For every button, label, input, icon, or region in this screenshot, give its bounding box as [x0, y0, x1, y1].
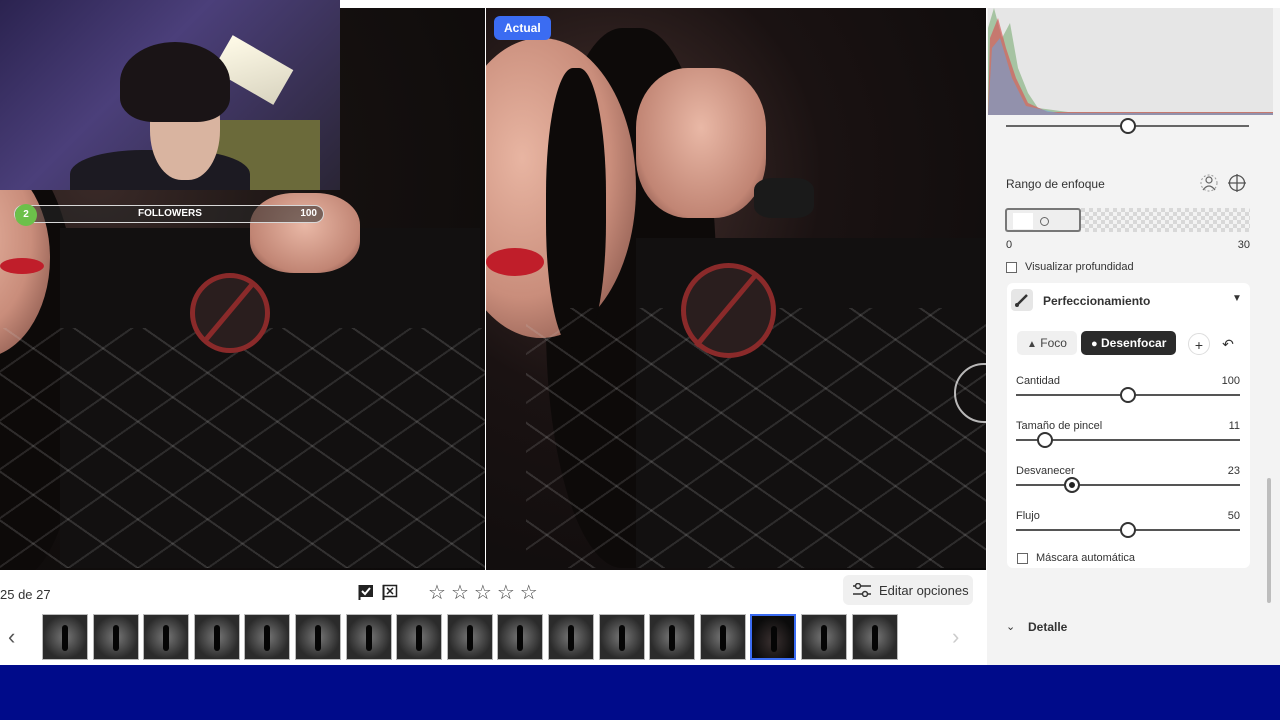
filmstrip-thumbnail[interactable]: [446, 614, 493, 660]
slider-thumb[interactable]: [1120, 387, 1136, 403]
filmstrip-thumbnail[interactable]: [750, 614, 797, 660]
star-icon[interactable]: ☆: [474, 582, 492, 604]
blur-mode-button[interactable]: ● Desenfocar: [1081, 331, 1177, 355]
drop-icon: ●: [1091, 338, 1098, 350]
slider-thumb[interactable]: [1037, 432, 1054, 448]
chevron-down-icon[interactable]: ▼: [1232, 293, 1242, 304]
focus-range-handle[interactable]: [1005, 208, 1081, 232]
filmstrip: ‹ ›: [0, 612, 986, 664]
slider-label: Tamaño de pincel: [1016, 420, 1103, 432]
filmstrip-thumbnail[interactable]: [92, 614, 139, 660]
visualize-depth-checkbox[interactable]: [1006, 262, 1017, 273]
star-icon[interactable]: ☆: [520, 582, 538, 604]
target-icon[interactable]: [1228, 174, 1246, 192]
slider-value: 50: [1227, 510, 1240, 522]
stream-bottom-bar: [0, 665, 1280, 720]
auto-mask-label: Máscara automática: [1036, 552, 1136, 564]
filmstrip-thumbnail[interactable]: [42, 614, 88, 660]
focus-range-title: Rango de enfoque: [1006, 177, 1105, 191]
chevron-right-icon[interactable]: ›: [952, 624, 959, 650]
focus-range-min: 0: [1006, 239, 1013, 251]
exposure-slider-thumb[interactable]: [1120, 118, 1136, 134]
after-badge: Actual: [494, 16, 551, 40]
slider-label: Desvanecer: [1016, 465, 1075, 477]
filmstrip-thumbnail[interactable]: [548, 614, 594, 660]
slider-thumb[interactable]: [1064, 477, 1080, 493]
filmstrip-thumbnail[interactable]: [244, 614, 291, 660]
edit-options-button[interactable]: Editar opciones: [843, 575, 973, 605]
chevron-left-icon[interactable]: ‹: [8, 624, 15, 650]
filmstrip-thumbnail[interactable]: [649, 614, 696, 660]
refine-section: Perfeccionamiento ▼ ▲ Foco ● Desenfocar …: [1007, 283, 1250, 568]
followers-count: 2: [15, 204, 37, 226]
auto-mask-checkbox[interactable]: [1017, 553, 1028, 564]
visualize-depth-label: Visualizar profundidad: [1025, 261, 1134, 273]
blur-mode-label: Desenfocar: [1101, 336, 1167, 350]
add-icon[interactable]: +: [1188, 333, 1210, 355]
focus-mode-label: Foco: [1040, 336, 1067, 350]
slider-label: Flujo: [1016, 510, 1040, 522]
photo-editor-app: Actual FOLLOWERS 2 100 25 de 27 ☆ ☆ ☆ ☆ …: [0, 0, 1280, 720]
focus-range-max: 30: [1237, 239, 1250, 251]
triangle-icon: ▲: [1027, 339, 1037, 350]
edit-options-label: Editar opciones: [879, 582, 969, 598]
followers-label: FOLLOWERS: [138, 208, 202, 219]
adjustments-panel: Rango de enfoque 0 30 Visualizar profund…: [987, 8, 1280, 665]
sliders-icon: [853, 583, 871, 597]
filmstrip-thumbnail[interactable]: [801, 614, 847, 660]
followers-goal-bar: FOLLOWERS 2 100: [14, 204, 324, 226]
filmstrip-thumbnail[interactable]: [851, 614, 898, 660]
chevron-down-icon[interactable]: ⌄: [1006, 620, 1015, 633]
detail-section-title[interactable]: Detalle: [1028, 620, 1067, 634]
webcam-overlay: [0, 0, 340, 190]
filmstrip-thumbnail[interactable]: [345, 614, 392, 660]
histogram: [988, 8, 1273, 115]
subject-icon[interactable]: [1200, 174, 1218, 192]
star-rating[interactable]: ☆ ☆ ☆ ☆ ☆: [428, 582, 538, 604]
reset-icon[interactable]: ↶: [1217, 333, 1239, 355]
photo-counter: 25 de 27: [0, 587, 51, 602]
followers-goal: 100: [300, 208, 317, 219]
refine-title: Perfeccionamiento: [1043, 294, 1151, 308]
photo-after-preview[interactable]: [486, 8, 986, 570]
filmstrip-thumbnail[interactable]: [497, 614, 544, 660]
focus-range-slider[interactable]: [1005, 208, 1250, 232]
slider-track[interactable]: [1016, 484, 1240, 486]
filmstrip-thumbnail[interactable]: [295, 614, 341, 660]
brush-icon: [1011, 289, 1033, 311]
reject-flag-icon[interactable]: [382, 584, 398, 600]
slider-thumb[interactable]: [1120, 522, 1136, 538]
panel-scrollbar[interactable]: [1267, 478, 1271, 603]
filmstrip-thumbnail[interactable]: [598, 614, 645, 660]
slider-label: Cantidad: [1016, 375, 1061, 387]
star-icon[interactable]: ☆: [451, 582, 469, 604]
pick-flag-icon[interactable]: [358, 584, 374, 600]
star-icon[interactable]: ☆: [497, 582, 515, 604]
filmstrip-thumbnail[interactable]: [699, 614, 746, 660]
slider-value: 11: [1228, 420, 1240, 432]
slider-value: 23: [1227, 465, 1240, 477]
filmstrip-thumbnail[interactable]: [193, 614, 240, 660]
star-icon[interactable]: ☆: [428, 582, 446, 604]
slider-value: 100: [1221, 375, 1240, 387]
filmstrip-thumbnail[interactable]: [396, 614, 443, 660]
focus-mode-button[interactable]: ▲ Foco: [1017, 331, 1077, 355]
filmstrip-thumbnail[interactable]: [143, 614, 190, 660]
